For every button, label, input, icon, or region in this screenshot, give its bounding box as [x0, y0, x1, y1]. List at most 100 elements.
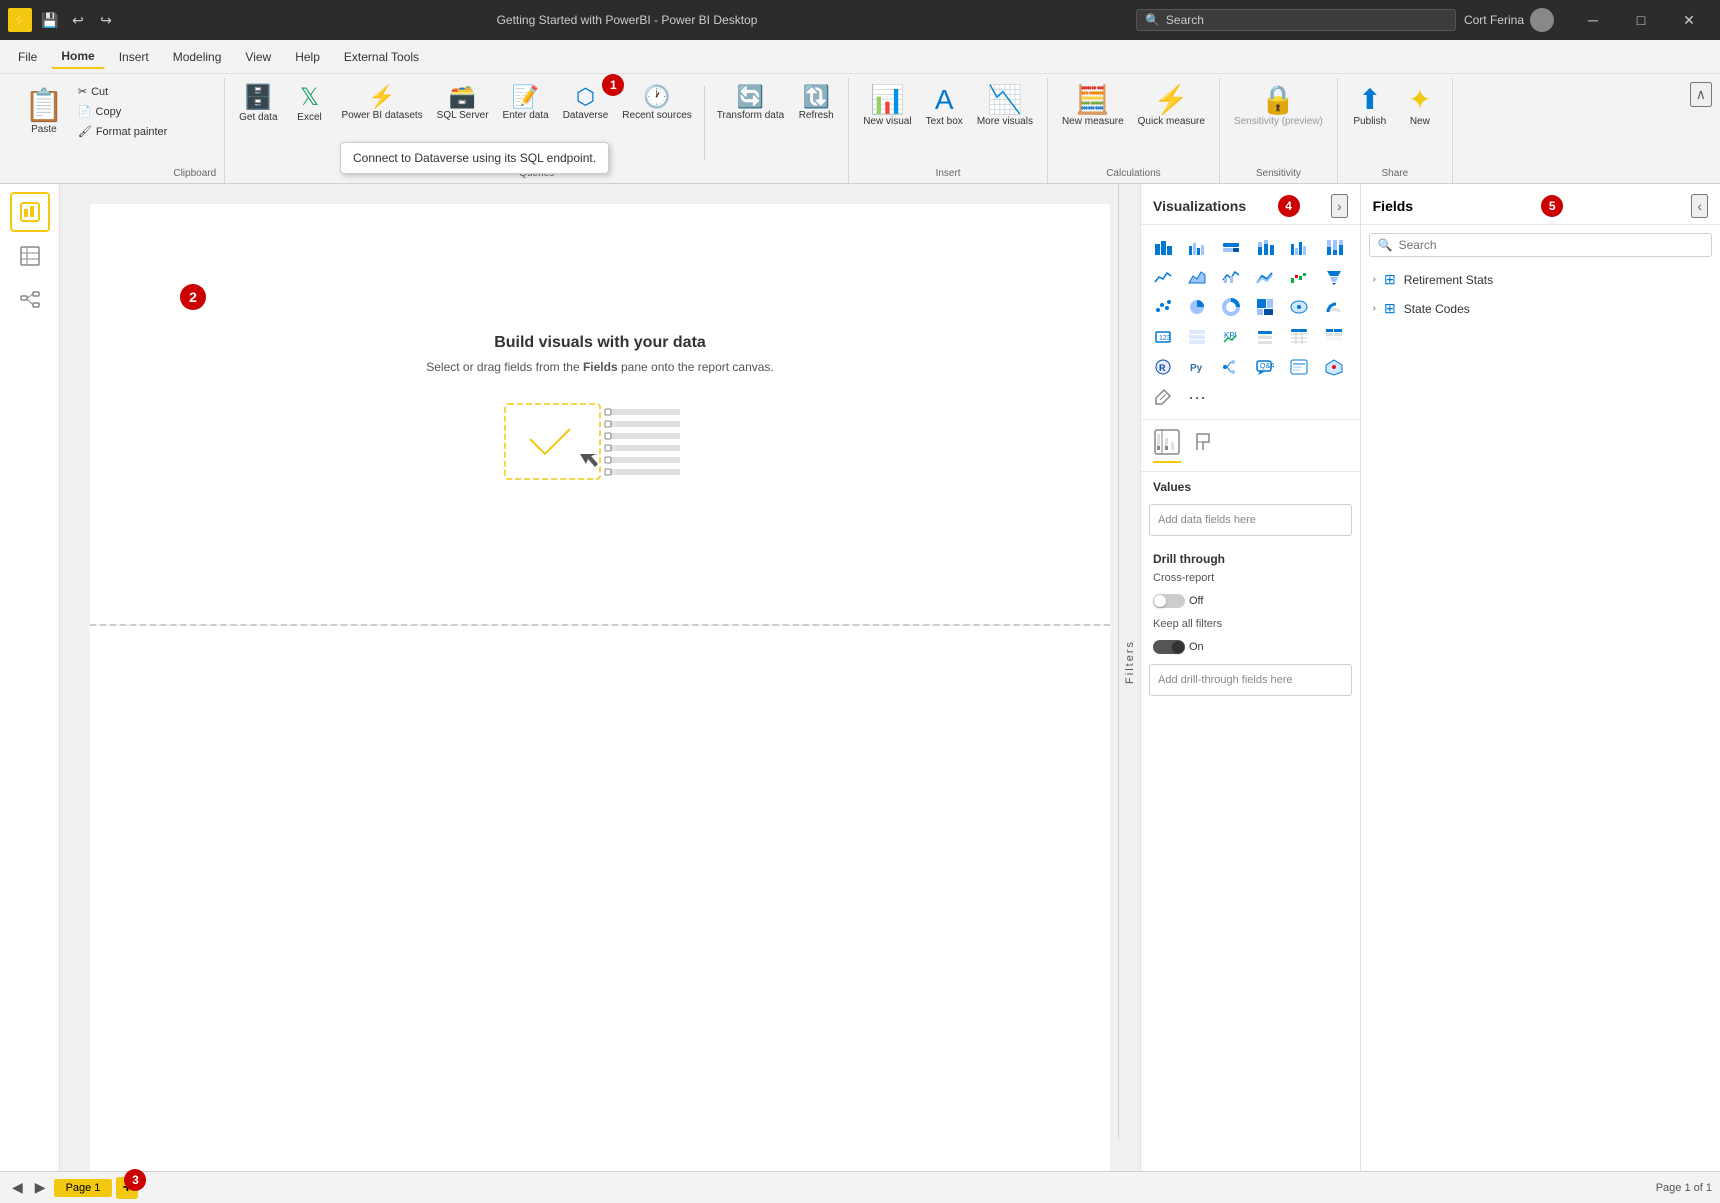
refresh-button[interactable]: 🔃 Refresh	[792, 82, 840, 125]
viz-python[interactable]: Py	[1183, 353, 1211, 381]
sidebar-table-view[interactable]	[10, 236, 50, 276]
table-item-retirement[interactable]: › ⊞ Retirement Stats	[1361, 265, 1720, 294]
page-1-tab[interactable]: Page 1	[54, 1179, 113, 1197]
viz-line-clustered[interactable]	[1217, 263, 1245, 291]
keep-filters-toggle[interactable]: On	[1153, 640, 1204, 654]
sidebar-report-view[interactable]	[10, 192, 50, 232]
cross-report-toggle-track[interactable]	[1153, 594, 1185, 608]
viz-area[interactable]	[1183, 263, 1211, 291]
viz-scatter[interactable]	[1149, 293, 1177, 321]
ribbon-collapse-button[interactable]: ∧	[1690, 82, 1712, 107]
viz-stacked-column[interactable]	[1251, 233, 1279, 261]
new-button[interactable]: ✦ New	[1396, 82, 1444, 131]
viz-clustered-column[interactable]	[1285, 233, 1313, 261]
menu-file[interactable]: File	[8, 46, 47, 68]
dataverse-button[interactable]: ⬡ Dataverse 1	[557, 82, 615, 125]
menu-home[interactable]: Home	[51, 45, 104, 69]
text-box-button[interactable]: A Text box	[920, 82, 969, 131]
viz-funnel[interactable]	[1320, 263, 1348, 291]
window-title: Getting Started with PowerBI - Power BI …	[126, 13, 1128, 27]
filters-panel[interactable]: Filters	[1118, 184, 1140, 1139]
page-next-button[interactable]: ▶	[31, 1177, 50, 1198]
redo-button[interactable]: ↪	[94, 8, 118, 32]
svg-text:Py: Py	[1190, 363, 1203, 374]
viz-gauge[interactable]	[1320, 293, 1348, 321]
viz-100-stacked-bar[interactable]	[1217, 233, 1245, 261]
report-canvas-bottom[interactable]	[90, 626, 1110, 1171]
viz-format-icon[interactable]	[1189, 428, 1217, 463]
viz-slicer[interactable]	[1251, 323, 1279, 351]
viz-map[interactable]	[1285, 293, 1313, 321]
viz-multi-row-card[interactable]	[1183, 323, 1211, 351]
viz-more[interactable]: ···	[1183, 383, 1211, 411]
viz-treemap[interactable]	[1251, 293, 1279, 321]
save-button[interactable]: 💾	[38, 8, 62, 32]
copy-button[interactable]: 📄 Copy	[72, 102, 174, 121]
fields-panel-collapse[interactable]: ‹	[1691, 194, 1708, 218]
get-data-button[interactable]: 🗄️ Get data	[233, 82, 283, 127]
menu-modeling[interactable]: Modeling	[163, 46, 232, 68]
menu-insert[interactable]: Insert	[109, 46, 159, 68]
paste-button[interactable]: 📋 Paste	[16, 82, 72, 179]
menu-help[interactable]: Help	[285, 46, 330, 68]
viz-100-stacked-column[interactable]	[1320, 233, 1348, 261]
sidebar-model-view[interactable]	[10, 280, 50, 320]
viz-ribbon[interactable]	[1251, 263, 1279, 291]
viz-decomp-tree[interactable]	[1217, 353, 1245, 381]
viz-panel-collapse[interactable]: ›	[1331, 194, 1348, 218]
new-visual-button[interactable]: 📊 New visual	[857, 82, 917, 131]
keep-filters-toggle-track[interactable]	[1153, 640, 1185, 654]
sensitivity-button[interactable]: 🔒 Sensitivity (preview)	[1228, 82, 1329, 131]
fields-search-input[interactable]	[1399, 238, 1703, 252]
clipboard-label: Clipboard	[173, 164, 216, 179]
power-bi-datasets-button[interactable]: ⚡ Power BI datasets	[336, 82, 429, 125]
page-prev-button[interactable]: ◀	[8, 1177, 27, 1198]
values-drop-zone[interactable]: Add data fields here	[1149, 504, 1352, 536]
viz-waterfall[interactable]	[1285, 263, 1313, 291]
undo-button[interactable]: ↩	[66, 8, 90, 32]
minimize-button[interactable]: ─	[1570, 5, 1616, 35]
drill-through-drop-zone[interactable]: Add drill-through fields here	[1149, 664, 1352, 696]
viz-line[interactable]	[1149, 263, 1177, 291]
table-label-state: State Codes	[1404, 302, 1470, 316]
viz-card[interactable]: 123	[1149, 323, 1177, 351]
viz-clustered-bar[interactable]	[1183, 233, 1211, 261]
excel-button[interactable]: 𝕏 Excel	[286, 82, 334, 127]
table-icon-state: ⊞	[1384, 300, 1396, 317]
more-visuals-button[interactable]: 📉 More visuals	[971, 82, 1039, 131]
publish-button[interactable]: ⬆ Publish	[1346, 82, 1394, 131]
viz-kpi[interactable]: KPI	[1217, 323, 1245, 351]
maximize-button[interactable]: □	[1618, 5, 1664, 35]
sql-server-button[interactable]: 🗃️ SQL Server	[431, 82, 495, 125]
viz-matrix[interactable]	[1320, 323, 1348, 351]
menu-view[interactable]: View	[235, 46, 281, 68]
menu-bar: File Home Insert Modeling View Help Exte…	[0, 40, 1720, 74]
menu-external-tools[interactable]: External Tools	[334, 46, 429, 68]
add-page-button[interactable]: + 3	[116, 1177, 138, 1199]
calculations-label: Calculations	[1106, 164, 1160, 179]
viz-donut[interactable]	[1217, 293, 1245, 321]
fields-search-container[interactable]: 🔍	[1369, 233, 1712, 257]
viz-qa[interactable]: Q&A	[1251, 353, 1279, 381]
enter-data-button[interactable]: 📝 Enter data	[497, 82, 555, 125]
cross-report-toggle[interactable]: Off	[1153, 594, 1203, 608]
transform-data-button[interactable]: 🔄 Transform data	[711, 82, 790, 125]
viz-table[interactable]	[1285, 323, 1313, 351]
report-canvas-top[interactable]: Build visuals with your data Select or d…	[90, 204, 1110, 624]
viz-erase[interactable]	[1149, 383, 1177, 411]
viz-map2[interactable]	[1320, 353, 1348, 381]
viz-smart-narrative[interactable]	[1285, 353, 1313, 381]
viz-stacked-bar[interactable]	[1149, 233, 1177, 261]
viz-build-icon[interactable]	[1153, 428, 1181, 463]
viz-pie[interactable]	[1183, 293, 1211, 321]
global-search-bar[interactable]: 🔍 Search	[1136, 9, 1456, 31]
table-item-state-codes[interactable]: › ⊞ State Codes	[1361, 294, 1720, 323]
format-painter-button[interactable]: 🖌 Format painter	[72, 122, 174, 141]
close-button[interactable]: ✕	[1666, 5, 1712, 35]
new-measure-button[interactable]: 🧮 New measure	[1056, 82, 1130, 131]
keep-filters-label: Keep all filters	[1141, 614, 1360, 634]
recent-sources-button[interactable]: 🕐 Recent sources	[616, 82, 697, 125]
viz-r-visual[interactable]: R	[1149, 353, 1177, 381]
quick-measure-button[interactable]: ⚡ Quick measure	[1132, 82, 1211, 131]
cut-button[interactable]: ✂ Cut	[72, 82, 174, 101]
